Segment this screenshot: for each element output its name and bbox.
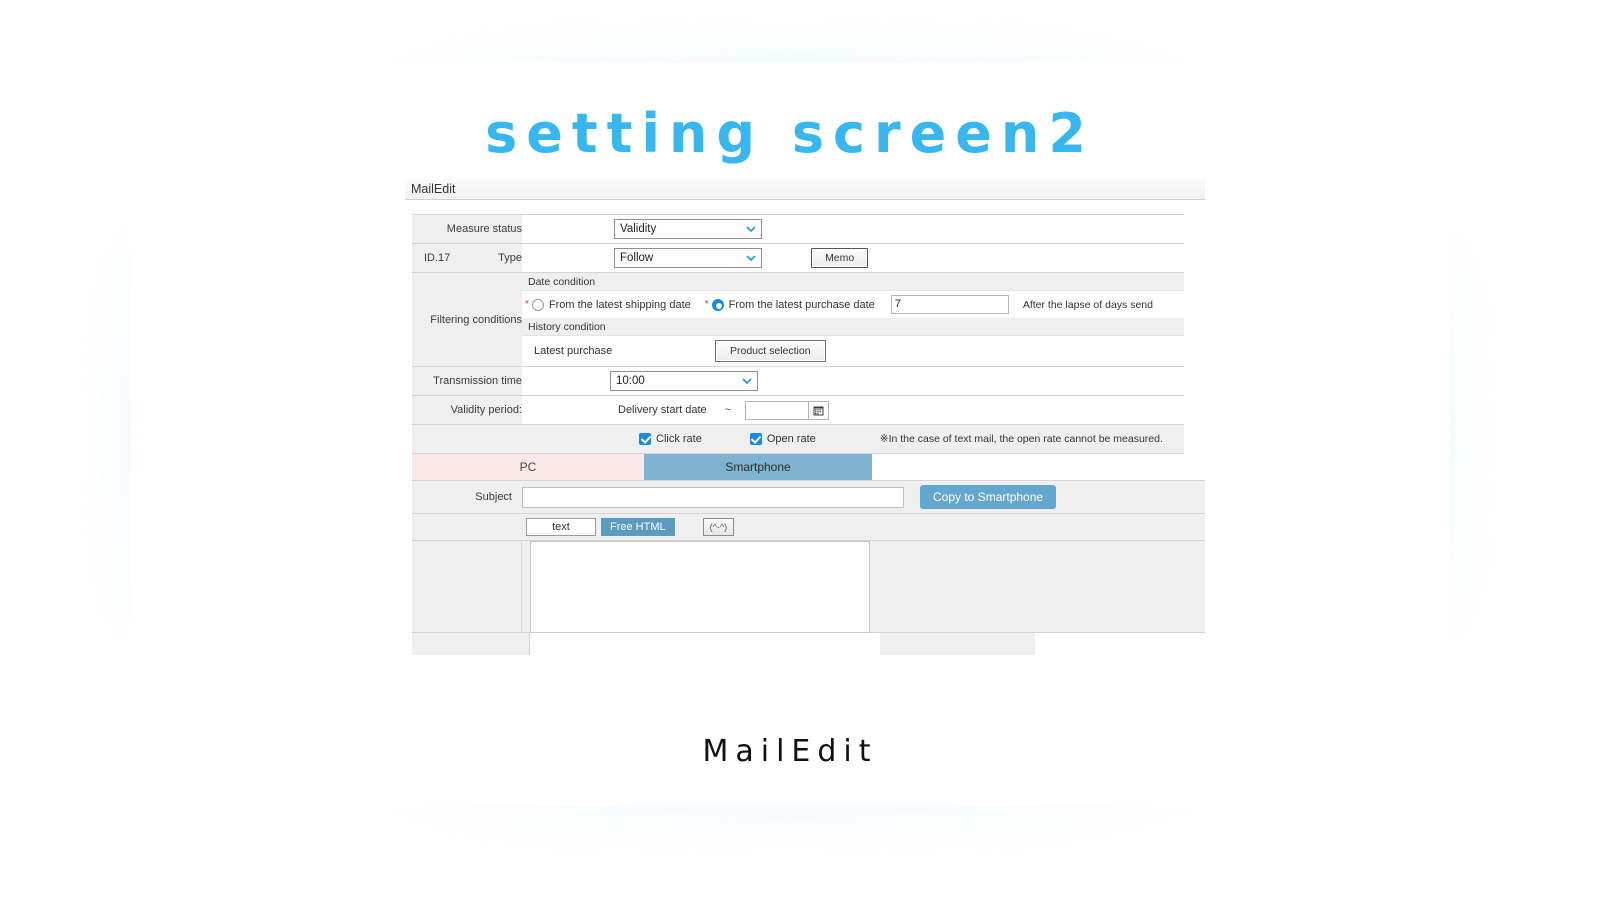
date-condition-row: * From the latest shipping date * From t… [522, 291, 1184, 318]
toolbar-emoticon-button[interactable]: (^-^) [702, 518, 735, 536]
label-measure-status: Measure status [412, 214, 522, 244]
table-row-validity-period: Validity period: Delivery start date ~ [412, 395, 1184, 425]
page-title: setting screen2 [485, 102, 1095, 165]
type-value: Follow [620, 252, 654, 264]
cell-transmission-time: 10:00 [522, 366, 1184, 396]
checkbox-open-rate[interactable] [749, 433, 762, 445]
bottom-strip-grey [880, 633, 1035, 655]
calendar-icon[interactable] [809, 400, 830, 420]
history-condition-header: History condition [522, 318, 1184, 336]
radio-from-latest-purchase-date[interactable] [711, 298, 724, 311]
table-row-transmission-time: Transmission time 10:00 [412, 366, 1184, 396]
date-condition-header: Date condition [522, 273, 1184, 291]
bottom-strip-right [1035, 633, 1205, 655]
app-titlebar: MailEdit [405, 179, 1205, 200]
editor-gutter [412, 541, 522, 632]
copy-to-smartphone-button[interactable]: Copy to Smartphone [920, 485, 1057, 509]
editor-row [412, 541, 1205, 633]
editor-toolbar: text Free HTML (^-^) [412, 514, 1205, 541]
radio-from-latest-shipping-date[interactable] [531, 298, 544, 311]
table-row-measure-status: Measure status Validity [412, 214, 1184, 244]
app-body: Measure status Validity ID.17 Type Follo… [405, 200, 1205, 655]
editor-filler [870, 541, 1205, 632]
label-type: Type [498, 252, 522, 264]
transmission-time-select[interactable]: 10:00 [610, 371, 758, 391]
bottom-strip-mid [530, 633, 880, 655]
table-row-measurement: Click rate Open rate ※In the case of tex… [412, 424, 1184, 454]
cell-measurement: Click rate Open rate ※In the case of tex… [522, 424, 1184, 454]
label-id-type: ID.17 Type [412, 243, 522, 273]
toolbar-free-html-button[interactable]: Free HTML [601, 518, 675, 536]
tab-smartphone[interactable]: Smartphone [644, 454, 872, 480]
measure-status-value: Validity [620, 223, 657, 235]
days-input[interactable]: 7 [890, 295, 1009, 314]
validity-end-date-input[interactable] [745, 400, 810, 420]
tab-pc[interactable]: PC [412, 454, 644, 480]
label-subject: Subject [475, 491, 512, 503]
label-latest-purchase: Latest purchase [534, 345, 613, 357]
label-measurement-blank [412, 424, 522, 454]
subject-input[interactable] [522, 486, 904, 508]
date-range-separator: ~ [724, 404, 732, 416]
chevron-down-icon [746, 224, 756, 233]
table-row-id-type: ID.17 Type Follow Memo [412, 243, 1184, 273]
app-title-label: MailEdit [411, 182, 456, 196]
label-delivery-start-date: Delivery start date [618, 404, 707, 416]
page-caption: MailEdit [702, 734, 878, 769]
label-from-latest-shipping-date: From the latest shipping date [548, 298, 691, 311]
device-tabs: PC Smartphone [412, 454, 1205, 480]
mail-body-textarea[interactable] [530, 541, 870, 633]
settings-form-table: Measure status Validity ID.17 Type Follo… [412, 214, 1184, 454]
product-selection-button[interactable]: Product selection [715, 340, 826, 362]
measure-status-select[interactable]: Validity [614, 219, 762, 239]
days-suffix-label: After the lapse of days send [1022, 298, 1153, 311]
cell-type: Follow Memo [522, 243, 1184, 273]
slide-card: setting screen2 MailEdit Measure status … [131, 62, 1449, 806]
editor-bottom-strip [412, 633, 1205, 655]
subject-row: Subject Copy to Smartphone [412, 480, 1205, 514]
table-row-filtering-conditions: Filtering conditions Date condition * Fr… [412, 272, 1184, 367]
mailedit-app-window: MailEdit Measure status Validity ID.17 T… [405, 179, 1205, 696]
label-from-latest-purchase-date: From the latest purchase date [728, 298, 875, 311]
type-select[interactable]: Follow [614, 248, 762, 268]
required-mark-purchase: * [704, 299, 709, 310]
measurement-note: ※In the case of text mail, the open rate… [879, 433, 1163, 445]
label-filtering-conditions: Filtering conditions [412, 272, 522, 367]
history-condition-row: Latest purchase Product selection [522, 336, 1184, 366]
cell-filtering-conditions: Date condition * From the latest shippin… [522, 272, 1184, 367]
label-transmission-time: Transmission time [412, 366, 522, 396]
memo-button[interactable]: Memo [811, 248, 869, 268]
screenshot-stage: setting screen2 MailEdit Measure status … [0, 0, 1600, 900]
label-validity-period: Validity period: [412, 395, 522, 425]
checkbox-click-rate[interactable] [639, 433, 651, 445]
bottom-strip-left [412, 633, 530, 655]
cell-measure-status: Validity [522, 214, 1184, 244]
label-open-rate: Open rate [766, 433, 816, 445]
chevron-down-icon [746, 253, 756, 262]
label-id: ID.17 [424, 252, 451, 264]
transmission-time-value: 10:00 [616, 375, 645, 387]
required-mark-shipping: * [525, 299, 529, 310]
label-click-rate: Click rate [656, 433, 702, 445]
cell-validity-period: Delivery start date ~ [522, 395, 1184, 425]
chevron-down-icon [742, 376, 752, 385]
toolbar-text-button[interactable]: text [526, 518, 596, 536]
